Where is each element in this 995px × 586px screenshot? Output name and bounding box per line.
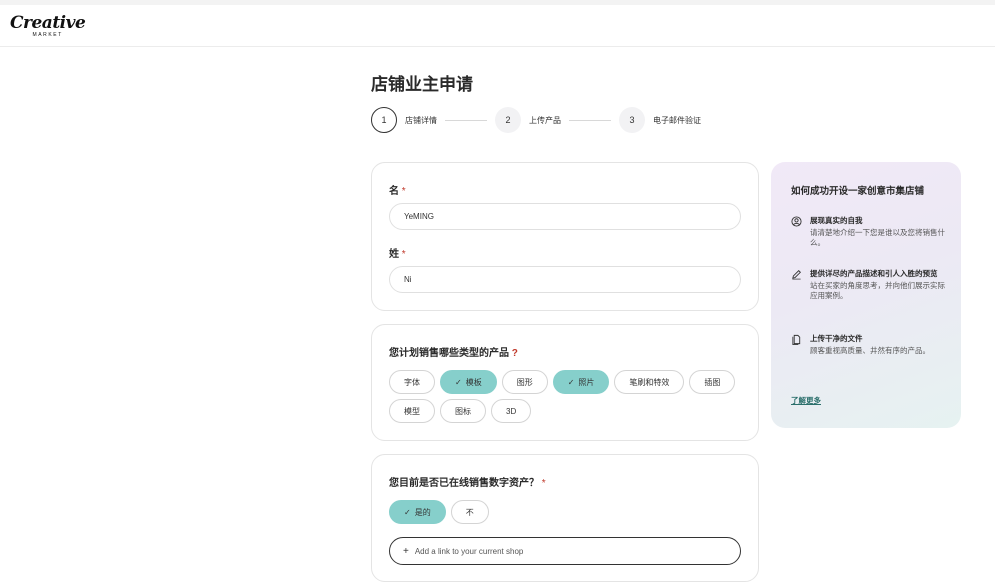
yes-option[interactable]: ✓ 是的 <box>389 500 446 524</box>
last-name-input[interactable]: Ni <box>389 266 741 293</box>
required-mark: * <box>401 186 406 197</box>
product-type-options: 字体 ✓ 模板 图形 ✓ 照片 笔刷和特效 插图 模型 图标 3D <box>389 370 749 423</box>
chip-icons[interactable]: 图标 <box>440 399 486 423</box>
product-types-question-text: 您计划销售哪些类型的产品 <box>389 348 509 359</box>
check-icon: ✓ <box>404 507 411 517</box>
step-label: 电子邮件验证 <box>653 115 701 125</box>
chip-label: 图形 <box>516 377 533 387</box>
question-mark: ? <box>511 348 518 359</box>
chip-illustrations[interactable]: 插图 <box>689 370 736 394</box>
learn-more-link[interactable]: 了解更多 <box>791 395 821 406</box>
logo-wordmark: Creative <box>10 13 86 33</box>
chip-photos[interactable]: ✓ 照片 <box>552 370 610 394</box>
user-circle-icon <box>791 216 805 248</box>
chip-label: 不 <box>465 507 474 517</box>
chip-fonts[interactable]: 字体 <box>389 370 435 394</box>
product-types-question: 您计划销售哪些类型的产品 ? <box>389 344 518 359</box>
check-icon: ✓ <box>567 377 575 387</box>
step-connector <box>569 119 611 121</box>
chip-label: 笔刷和特效 <box>629 377 670 387</box>
last-name-label: 姓 * <box>389 245 406 260</box>
chip-label: 插图 <box>704 377 721 387</box>
tip-text: 站在买家的角度思考，并向他们展示实际应用案例。 <box>810 281 945 300</box>
chip-templates[interactable]: ✓ 模板 <box>440 370 497 394</box>
chip-graphics[interactable]: 图形 <box>501 370 548 394</box>
chip-label: 字体 <box>404 377 420 387</box>
first-name-input[interactable]: YeMING <box>389 203 741 230</box>
product-types-card: 您计划销售哪些类型的产品 ? 字体 ✓ 模板 图形 ✓ 照片 笔刷和特效 插图 模型… <box>371 324 759 441</box>
selling-online-question-text: 您目前是否已在线销售数字资产？ <box>389 478 539 489</box>
step-number: 3 <box>619 107 645 133</box>
tip-item: 提供详尽的产品描述和引人入胜的预览 站在买家的角度思考，并向他们展示实际应用案例… <box>791 269 951 301</box>
application-stepper: 1 店铺详情 2 上传产品 3 电子邮件验证 <box>371 107 701 133</box>
chip-label: 是的 <box>414 507 431 517</box>
tip-text: 请清楚地介绍一下您是谁以及您将销售什么。 <box>810 228 945 247</box>
chip-label: 模型 <box>404 406 420 416</box>
plus-icon: + <box>403 545 409 557</box>
chip-label: 模板 <box>465 377 482 387</box>
tip-item: 上传干净的文件 顾客重视高质量、井然有序的产品。 <box>791 334 951 356</box>
tip-text: 顾客重视高质量、井然有序的产品。 <box>810 346 930 355</box>
tip-title: 上传干净的文件 <box>810 334 863 343</box>
shop-link-placeholder: Add a link to your current shop <box>414 546 524 556</box>
step-label: 店铺详情 <box>405 115 437 125</box>
chip-brushes-effects[interactable]: 笔刷和特效 <box>614 370 685 394</box>
first-name-label-text: 名 <box>389 186 399 197</box>
site-header: Creative MARKET <box>0 5 995 47</box>
first-name-label: 名 * <box>389 182 406 197</box>
pencil-icon <box>791 269 805 301</box>
creative-market-logo[interactable]: Creative MARKET <box>10 13 86 38</box>
selling-online-options: ✓ 是的 不 <box>389 500 749 524</box>
no-option[interactable]: 不 <box>450 500 489 524</box>
check-icon: ✓ <box>455 377 462 387</box>
chip-label: 图标 <box>455 406 471 416</box>
name-card: 名 * YeMING 姓 * Ni <box>371 162 759 311</box>
file-icon <box>791 334 805 356</box>
step-number: 2 <box>495 107 521 133</box>
selling-online-card: 您目前是否已在线销售数字资产？ * ✓ 是的 不 + Add a link to … <box>371 454 759 582</box>
chip-label: 照片 <box>578 377 595 387</box>
chip-3d[interactable]: 3D <box>491 399 532 423</box>
chip-label: 3D <box>506 406 517 416</box>
tips-panel: 如何成功开设一家创意市集店铺 展现真实的自我 请清楚地介绍一下您是谁以及您将销售… <box>771 162 961 428</box>
required-mark: * <box>541 478 546 489</box>
tip-title: 展现真实的自我 <box>810 216 863 225</box>
tip-item: 展现真实的自我 请清楚地介绍一下您是谁以及您将销售什么。 <box>791 216 951 248</box>
selling-online-question: 您目前是否已在线销售数字资产？ * <box>389 474 546 489</box>
step-email-verification[interactable]: 3 电子邮件验证 <box>619 107 701 133</box>
last-name-label-text: 姓 <box>389 249 399 260</box>
required-mark: * <box>401 249 406 260</box>
page-title: 店铺业主申请 <box>371 75 473 94</box>
shop-link-input[interactable]: + Add a link to your current shop <box>389 537 741 565</box>
step-label: 上传产品 <box>529 115 561 125</box>
step-shop-details[interactable]: 1 店铺详情 <box>371 107 437 133</box>
step-upload-products[interactable]: 2 上传产品 <box>495 107 561 133</box>
step-connector <box>445 119 487 121</box>
tip-title: 提供详尽的产品描述和引人入胜的预览 <box>810 269 938 278</box>
step-number: 1 <box>371 107 397 133</box>
tips-title: 如何成功开设一家创意市集店铺 <box>791 186 925 197</box>
chip-mockups[interactable]: 模型 <box>389 399 435 423</box>
